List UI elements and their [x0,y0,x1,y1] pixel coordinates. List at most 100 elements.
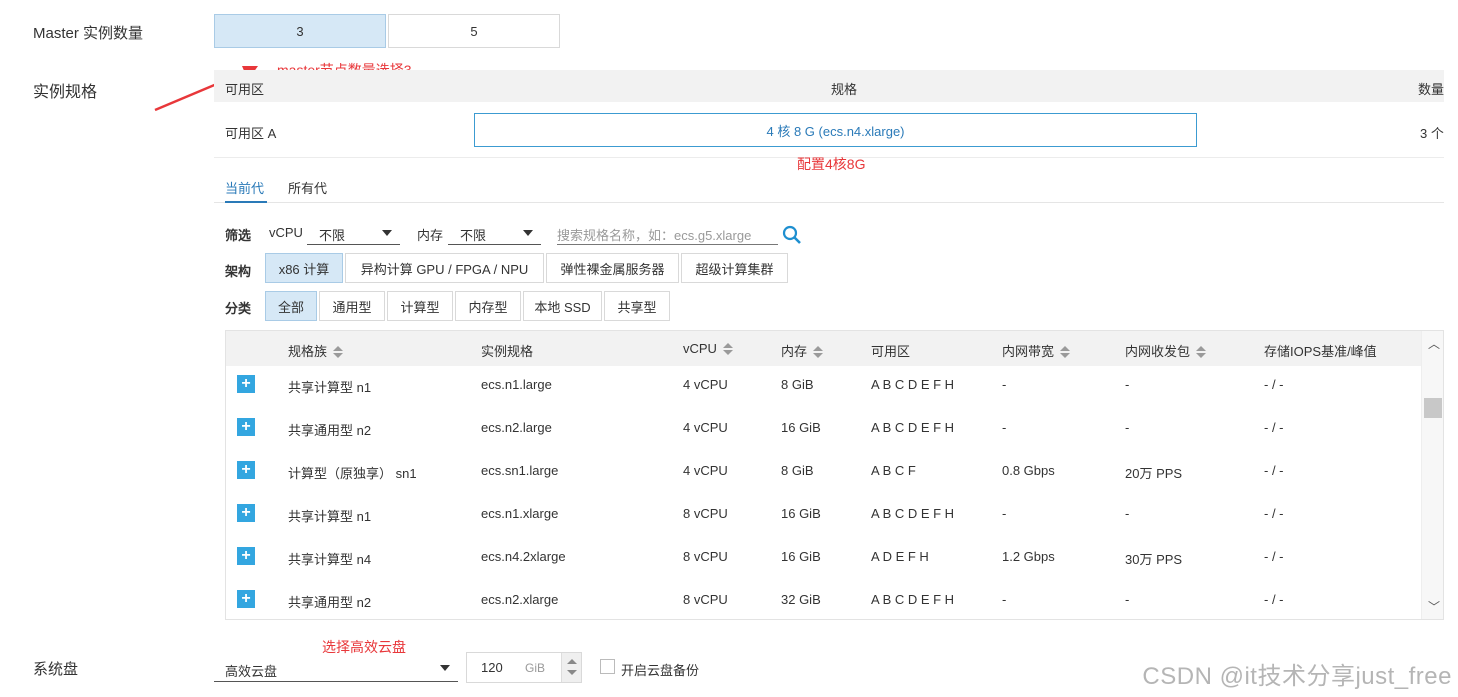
chevron-down-icon [440,665,450,671]
chevron-down-icon[interactable]: ﹀ [1428,598,1440,615]
backup-checkbox[interactable] [600,659,615,674]
arch-label: 架构 [225,264,252,279]
stepper-controls[interactable] [561,653,581,682]
category-shared[interactable]: 共享型 [604,291,670,321]
sort-icon [813,346,824,359]
chevron-down-icon [382,230,392,236]
cell-memory: 32 GiB [781,592,821,607]
cell-bandwidth: 1.2 Gbps [1002,549,1055,564]
cell-pps: - [1125,377,1130,392]
expand-plus-icon[interactable]: + [237,418,255,436]
spec-header-count: 数量 [1417,82,1444,97]
cell-vcpu: 4 vCPU [683,463,728,478]
col-family[interactable]: 规格族 [288,341,344,360]
col-iops: 存储IOPS基准/峰值 [1264,344,1377,359]
sort-icon [333,346,344,359]
col-pps-label: 内网收发包 [1125,344,1191,359]
backup-label: 开启云盘备份 [621,663,700,678]
expand-plus-icon[interactable]: + [237,375,255,393]
cell-vcpu: 4 vCPU [683,377,728,392]
cell-family: 共享计算型 n1 [288,509,372,524]
mem-label: 内存 [417,228,444,243]
arch-supercomputing[interactable]: 超级计算集群 [681,253,788,283]
col-memory-label: 内存 [781,344,808,359]
chevron-up-icon[interactable]: ︿ [1428,335,1440,352]
col-bandwidth-label: 内网带宽 [1002,344,1055,359]
spec-header-zone: 可用区 [225,82,265,97]
category-memory[interactable]: 内存型 [455,291,521,321]
col-pps[interactable]: 内网收发包 [1125,341,1207,360]
cell-memory: 8 GiB [781,463,814,478]
disk-size-value: 120 [481,660,503,675]
master-option-3[interactable]: 3 [214,14,386,48]
arch-x86[interactable]: x86 计算 [265,253,343,283]
spec-search-input[interactable]: 搜索规格名称，如：ecs.g5.xlarge [557,221,778,245]
expand-plus-icon[interactable]: + [237,590,255,608]
spec-selected-box[interactable]: 4 核 8 G (ecs.n4.xlarge) [474,113,1197,147]
cell-spec: ecs.n1.large [481,377,552,392]
table-row[interactable]: + 共享计算型 n1 ecs.n1.xlarge 8 vCPU 16 GiB A… [226,492,1423,535]
category-general[interactable]: 通用型 [319,291,385,321]
col-vcpu[interactable]: vCPU [683,341,733,356]
tab-all-gen[interactable]: 所有代 [288,178,327,197]
tab-current-gen[interactable]: 当前代 [225,178,264,197]
arch-baremetal[interactable]: 弹性裸金属服务器 [546,253,679,283]
table-row[interactable]: + 共享通用型 n2 ecs.n2.xlarge 8 vCPU 32 GiB A… [226,578,1423,619]
category-local-ssd[interactable]: 本地 SSD [523,291,602,321]
cell-iops: - / - [1264,377,1284,392]
increment-icon[interactable] [567,659,577,664]
disk-type-select[interactable]: 高效云盘 [214,656,458,682]
cell-pps: - [1125,506,1130,521]
cell-pps: 30万 PPS [1125,552,1183,567]
master-option-5[interactable]: 5 [388,14,560,48]
instance-type-table: 规格族 实例规格 vCPU 内存 可用区 内网带宽 内网收发包 存储IOPS基准… [225,330,1444,620]
cell-vcpu: 8 vCPU [683,592,728,607]
search-icon[interactable] [782,225,802,245]
arch-heterogeneous[interactable]: 异构计算 GPU / FPGA / NPU [345,253,544,283]
table-scrollbar[interactable]: ︿ ﹀ [1421,331,1443,619]
cell-memory: 16 GiB [781,420,821,435]
cell-family: 共享通用型 n2 [288,595,372,610]
cell-iops: - / - [1264,420,1284,435]
cell-iops: - / - [1264,592,1284,607]
instance-spec-label: 实例规格 [33,84,98,101]
cell-zone: A B C D E F H [871,506,955,521]
col-family-label: 规格族 [288,344,328,359]
category-compute[interactable]: 计算型 [387,291,453,321]
expand-plus-icon[interactable]: + [237,547,255,565]
cell-pps: - [1125,592,1130,607]
cell-bandwidth: - [1002,420,1007,435]
disk-size-unit: GiB [525,661,546,675]
cell-zone: A D E F H [871,549,929,564]
disk-size-stepper[interactable]: 120 GiB [466,652,582,683]
col-memory[interactable]: 内存 [781,341,824,360]
cell-memory: 8 GiB [781,377,814,392]
scrollbar-thumb[interactable] [1424,398,1442,418]
category-all[interactable]: 全部 [265,291,317,321]
spec-annotation: 配置4核8G [797,156,866,172]
cell-spec: ecs.n2.large [481,420,552,435]
decrement-icon[interactable] [567,670,577,675]
cell-zone: A B C F [871,463,916,478]
expand-plus-icon[interactable]: + [237,504,255,522]
table-row[interactable]: + 共享计算型 n4 ecs.n4.2xlarge 8 vCPU 16 GiB … [226,535,1423,578]
filter-label: 筛选 [225,228,252,243]
cell-bandwidth: - [1002,506,1007,521]
mem-select[interactable]: 不限 [448,221,541,245]
cell-iops: - / - [1264,506,1284,521]
col-bandwidth[interactable]: 内网带宽 [1002,341,1071,360]
table-row[interactable]: + 计算型（原独享） sn1 ecs.sn1.large 4 vCPU 8 Gi… [226,449,1423,492]
cell-bandwidth: - [1002,377,1007,392]
spec-row-zone: 可用区 A [225,126,277,141]
tab-active-indicator [225,201,267,203]
cell-iops: - / - [1264,549,1284,564]
vcpu-select[interactable]: 不限 [307,221,400,245]
expand-plus-icon[interactable]: + [237,461,255,479]
table-row[interactable]: + 共享通用型 n2 ecs.n2.large 4 vCPU 16 GiB A … [226,406,1423,449]
cell-memory: 16 GiB [781,506,821,521]
cell-zone: A B C D E F H [871,592,955,607]
table-header: 规格族 实例规格 vCPU 内存 可用区 内网带宽 内网收发包 存储IOPS基准… [226,331,1423,366]
vcpu-select-value: 不限 [319,228,346,243]
table-row[interactable]: + 共享计算型 n1 ecs.n1.large 4 vCPU 8 GiB A B… [226,363,1423,406]
cell-bandwidth: - [1002,592,1007,607]
